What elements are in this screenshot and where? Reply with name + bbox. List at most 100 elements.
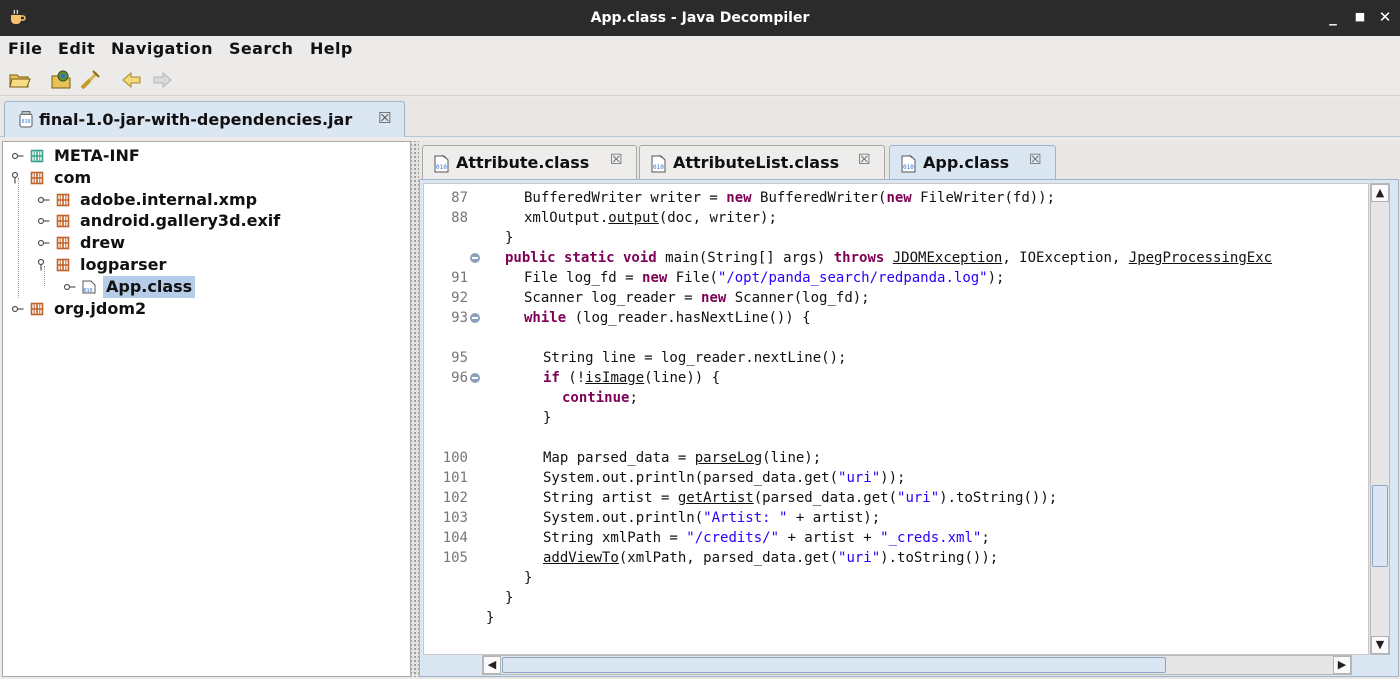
svg-text:010: 010 — [903, 164, 914, 171]
code-panel: 010 Attribute.class ☒ 010 AttributeList.… — [419, 141, 1400, 679]
back-arrow-icon[interactable] — [120, 68, 144, 92]
maximize-button[interactable]: ■ — [1350, 6, 1370, 28]
code-link[interactable]: addViewTo — [543, 550, 619, 566]
code-token: xmlOutput. — [524, 210, 609, 226]
menu-search[interactable]: Search — [229, 39, 293, 58]
menu-file[interactable]: File — [8, 39, 42, 58]
code-line: } — [505, 228, 513, 248]
code-line: Scanner log_reader = new Scanner(log_fd)… — [524, 288, 870, 308]
tab-attribute-class[interactable]: 010 Attribute.class ☒ — [422, 145, 637, 179]
tab-app-close-icon[interactable]: ☒ — [1029, 152, 1042, 168]
code-link[interactable]: isImage — [585, 370, 644, 386]
code-token: (log_reader.hasNextLine()) { — [566, 310, 811, 326]
tab-jar-file[interactable]: 010 final-1.0-jar-with-dependencies.jar … — [4, 101, 405, 137]
tree-item[interactable]: android.gallery3d.exif — [37, 210, 397, 232]
svg-text:010: 010 — [653, 164, 664, 171]
code-token: String line = log_reader.nextLine(); — [543, 350, 847, 366]
scroll-left-arrow-icon[interactable]: ◀ — [483, 656, 501, 674]
code-token: (line); — [762, 450, 822, 466]
code-line: } — [524, 568, 532, 588]
line-number — [424, 408, 468, 428]
open-folder-icon[interactable] — [8, 68, 32, 92]
line-number: 87 — [451, 190, 468, 206]
search-icon[interactable] — [78, 68, 102, 92]
tree-item-label: logparser — [80, 255, 167, 274]
tab-jar-label: final-1.0-jar-with-dependencies.jar — [39, 110, 353, 129]
minimize-button[interactable]: _ — [1323, 6, 1343, 28]
forward-arrow-icon[interactable] — [150, 68, 174, 92]
code-link[interactable]: JDOMException — [893, 250, 1003, 266]
code-link[interactable]: parseLog — [695, 450, 762, 466]
menu-navigation[interactable]: Navigation — [111, 39, 213, 58]
vertical-scrollbar[interactable]: ▲ ▼ — [1370, 183, 1390, 655]
vertical-scroll-thumb[interactable] — [1372, 484, 1388, 567]
tree-item[interactable]: org.jdom2 — [11, 298, 371, 320]
code-token: FileWriter(fd)); — [911, 190, 1056, 206]
svg-text:010: 010 — [22, 119, 31, 125]
tree-collapsed-handle-icon[interactable] — [37, 236, 51, 250]
tree-collapsed-handle-icon[interactable] — [11, 302, 25, 316]
tree-collapsed-handle-icon[interactable] — [11, 149, 25, 163]
code-keyword: continue — [562, 390, 630, 406]
code-token: ; — [981, 530, 990, 546]
tree-collapsed-handle-icon[interactable] — [37, 193, 51, 207]
menu-edit[interactable]: Edit — [58, 39, 95, 58]
code-link[interactable]: getArtist — [678, 490, 754, 506]
tree-item-label: org.jdom2 — [54, 298, 147, 318]
tab-attributelist-close-icon[interactable]: ☒ — [858, 152, 871, 168]
code-line: } — [543, 408, 551, 428]
line-number: 93 — [451, 310, 468, 326]
window-title: App.class - Java Decompiler — [590, 10, 810, 26]
line-number: 101 — [442, 470, 468, 486]
tree-expanded-handle-icon[interactable] — [11, 171, 25, 185]
jar-file-icon: 010 — [19, 111, 33, 128]
menu-help[interactable]: Help — [310, 39, 353, 58]
code-token: ).toString()); — [880, 550, 999, 566]
code-keyword: new — [886, 190, 912, 206]
code-token: (! — [559, 370, 586, 386]
panel-splitter[interactable] — [411, 141, 419, 677]
code-keyword: while — [524, 310, 567, 326]
code-token: System.out.println( — [543, 510, 704, 526]
fold-collapse-icon[interactable] — [470, 373, 480, 383]
horizontal-scroll-thumb[interactable] — [502, 657, 1166, 673]
line-number — [424, 568, 468, 588]
horizontal-scrollbar[interactable]: ◀ ▶ — [482, 655, 1352, 675]
package-icon — [30, 171, 44, 185]
scroll-right-arrow-icon[interactable]: ▶ — [1333, 656, 1351, 674]
tree-item[interactable]: adobe.internal.xmp — [37, 189, 397, 211]
tree-collapsed-handle-icon[interactable] — [63, 280, 77, 294]
tree-item[interactable]: logparser — [37, 254, 397, 276]
code-string: "_creds.xml" — [880, 530, 982, 546]
tab-attribute-close-icon[interactable]: ☒ — [610, 152, 623, 168]
code-token: (line)) { — [644, 370, 721, 386]
scroll-up-arrow-icon[interactable]: ▲ — [1371, 184, 1389, 202]
tree-item[interactable]: drew — [37, 232, 397, 254]
open-type-icon[interactable] — [50, 68, 74, 92]
scroll-down-arrow-icon[interactable]: ▼ — [1371, 636, 1389, 654]
tree-item[interactable]: META-INF — [11, 145, 371, 167]
tree-item[interactable]: 010 App.class — [63, 275, 423, 298]
code-link[interactable]: JpegProcessingExc — [1129, 250, 1272, 266]
tree-item-label: App.class — [103, 275, 196, 298]
tree-collapsed-handle-icon[interactable] — [37, 214, 51, 228]
tree-expanded-handle-icon[interactable] — [37, 258, 51, 272]
code-token: } — [524, 570, 533, 586]
line-number — [424, 428, 468, 448]
tab-jar-close-icon[interactable]: ☒ — [378, 109, 391, 127]
code-line: } — [486, 608, 494, 628]
tree-item[interactable]: com — [11, 167, 371, 189]
code-editor[interactable]: 87 88 91 92 93 95 96 100 101 102 103 104 105 Buffere… — [423, 183, 1369, 655]
code-link[interactable]: output — [608, 210, 659, 226]
code-string: "uri" — [838, 470, 881, 486]
code-line: while (log_reader.hasNextLine()) { — [524, 308, 811, 328]
tab-app-class[interactable]: 010 App.class ☒ — [889, 145, 1056, 181]
line-number — [424, 588, 468, 608]
tab-attributelist-class[interactable]: 010 AttributeList.class ☒ — [639, 145, 885, 179]
fold-collapse-icon[interactable] — [470, 313, 480, 323]
fold-collapse-icon[interactable] — [470, 253, 480, 263]
close-button[interactable]: ✕ — [1375, 6, 1395, 28]
code-token: (parsed_data.get( — [753, 490, 898, 506]
line-number — [424, 328, 468, 348]
code-line: BufferedWriter writer = new BufferedWrit… — [524, 188, 1055, 208]
